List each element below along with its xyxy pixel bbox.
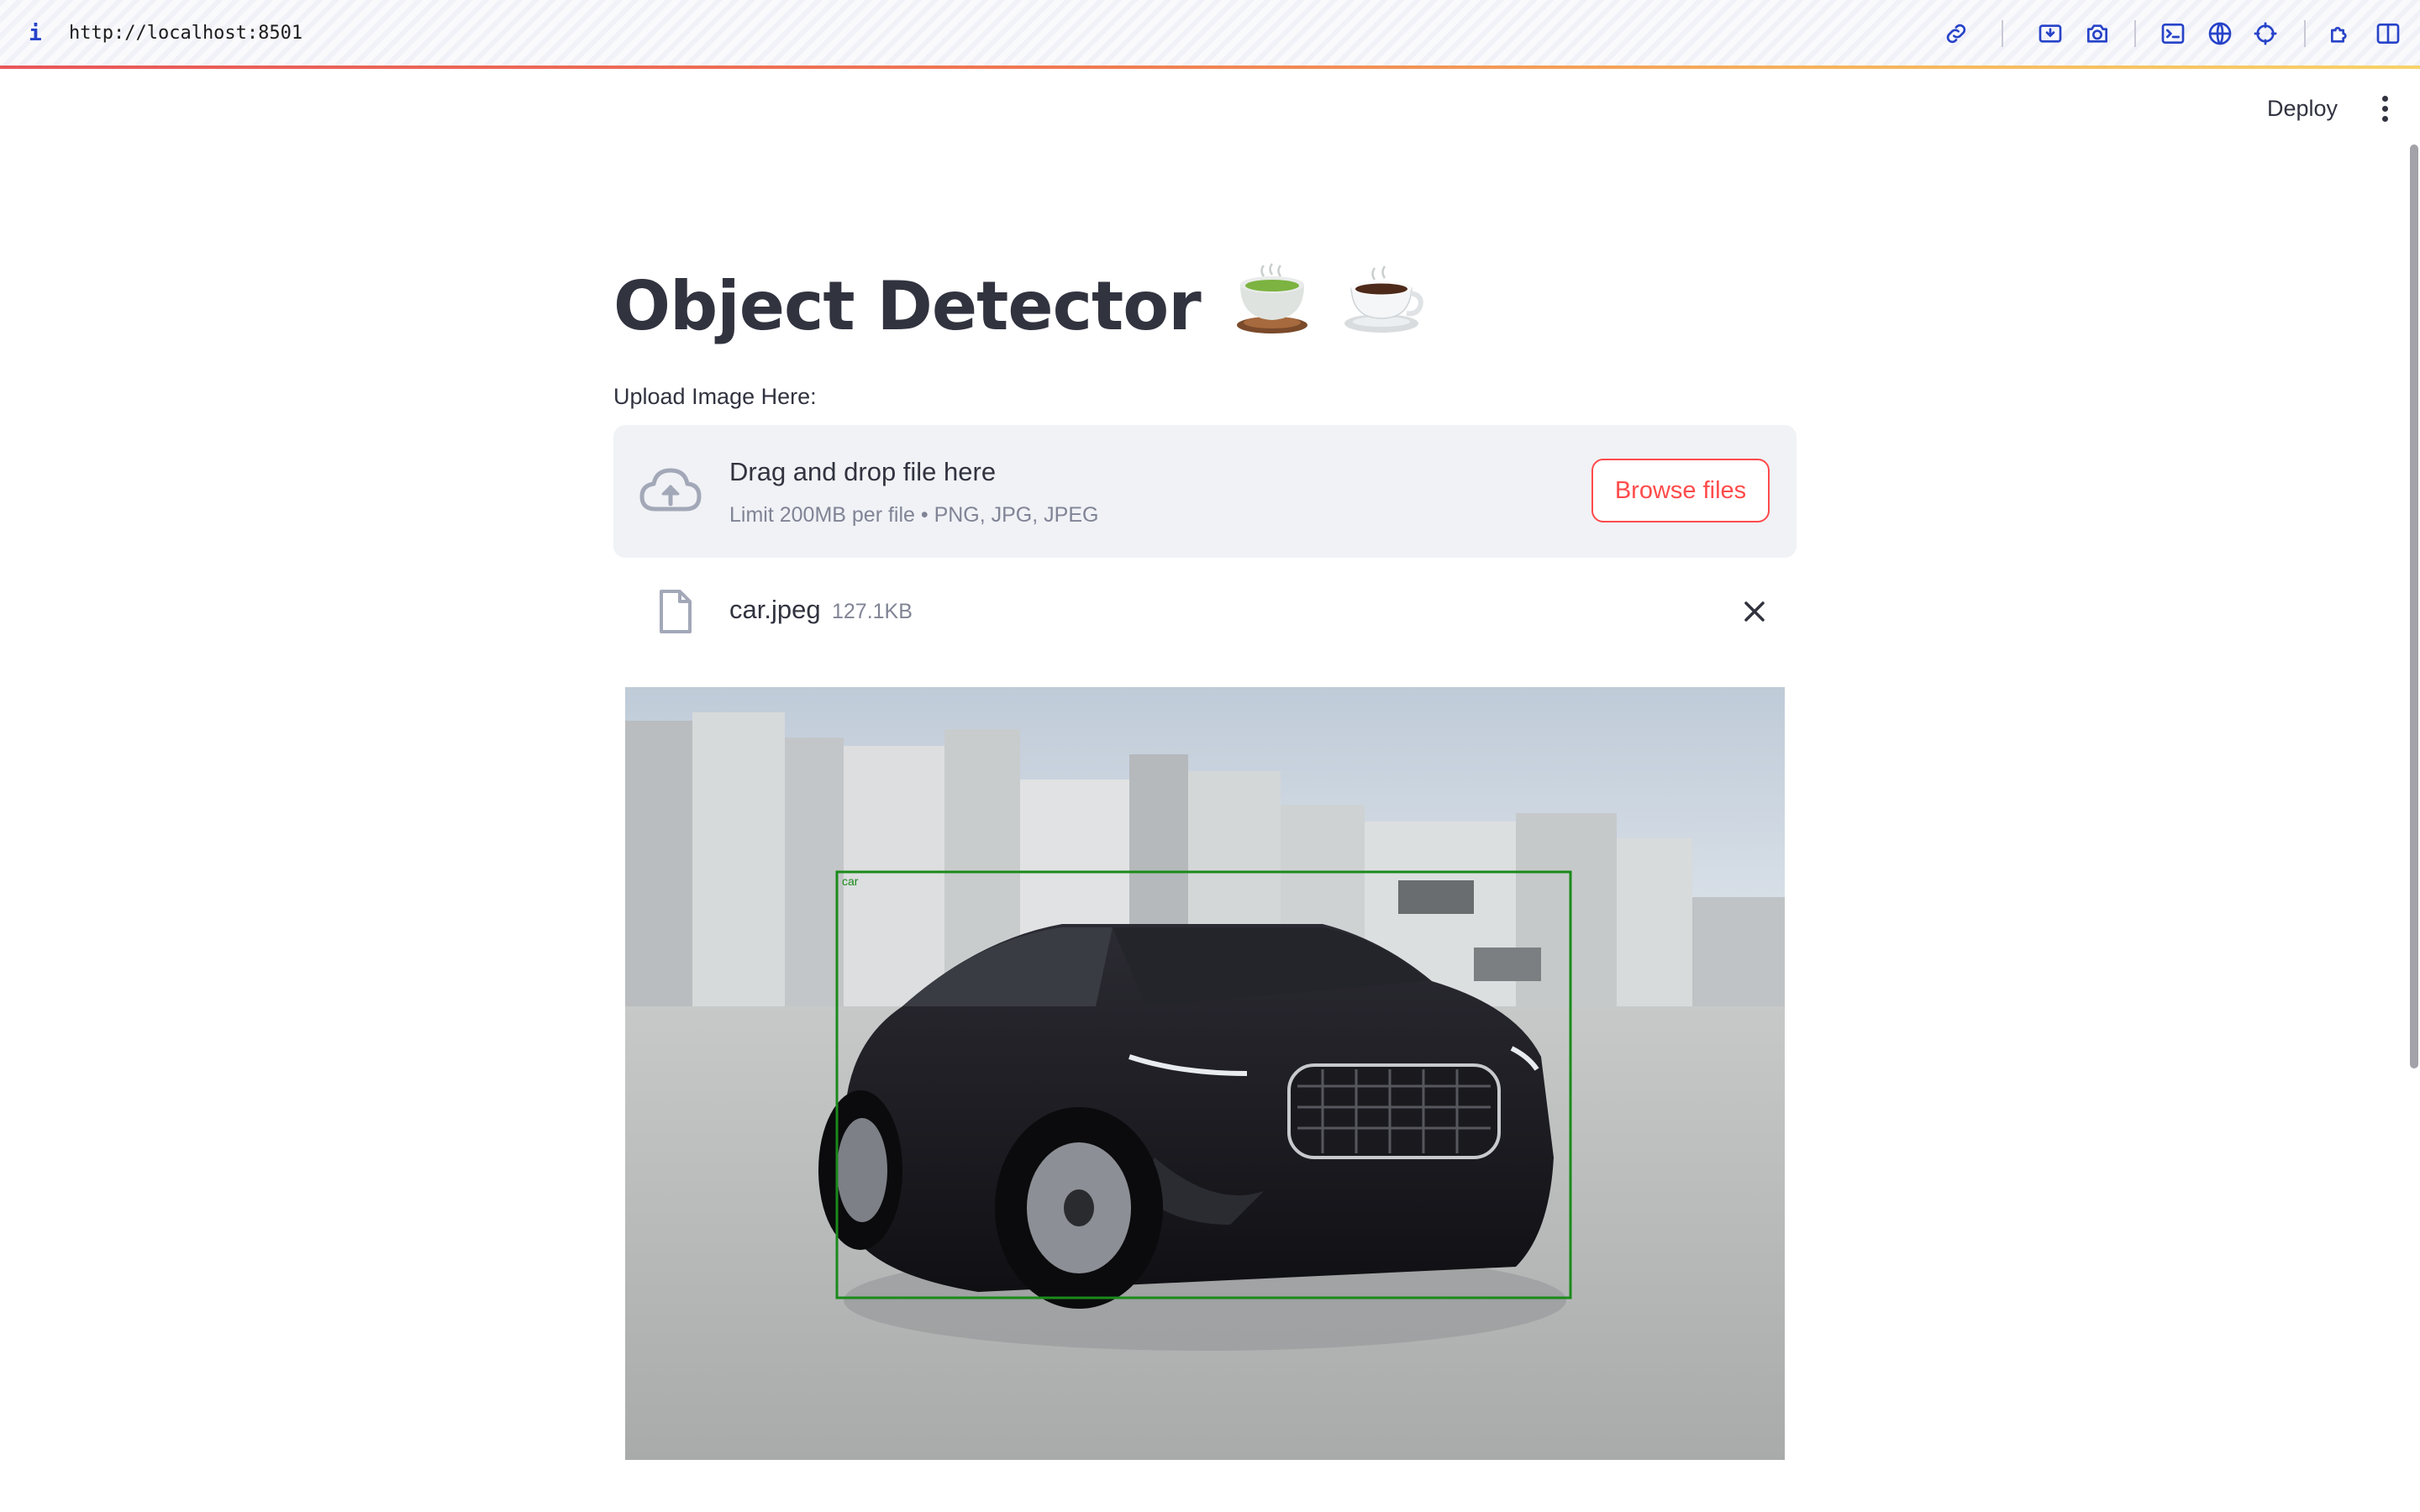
detection-label: car — [842, 874, 859, 888]
browse-files-button[interactable]: Browse files — [1591, 459, 1770, 522]
globe-icon[interactable] — [2203, 17, 2237, 50]
browser-toolbar: i http://localhost:8501 — [0, 0, 2420, 67]
cloud-upload-icon — [639, 468, 702, 512]
extensions-icon[interactable] — [2324, 17, 2358, 50]
terminal-icon[interactable] — [2156, 17, 2190, 50]
address-bar-url[interactable]: http://localhost:8501 — [69, 15, 302, 52]
toolbar-divider — [2304, 20, 2306, 47]
toolbar-divider — [2002, 20, 2003, 47]
link-icon[interactable] — [1939, 17, 1973, 50]
uploaded-file-size: 127.1KB — [832, 600, 913, 623]
camera-icon[interactable] — [2081, 17, 2114, 50]
dropzone-limit-text: Limit 200MB per file • PNG, JPG, JPEG — [729, 503, 1099, 527]
page-title: Object Detector — [613, 260, 1424, 353]
scrollbar-thumb[interactable] — [2410, 144, 2418, 1068]
tea-cup-emoji — [1234, 263, 1311, 359]
more-vertical-icon[interactable] — [2368, 89, 2402, 128]
screenshot-icon[interactable] — [2033, 17, 2067, 50]
site-info-icon[interactable]: i — [25, 15, 45, 52]
close-icon[interactable] — [1736, 593, 1773, 630]
uploaded-file-row: car.jpeg 127.1KB — [613, 580, 1797, 643]
coffee-cup-emoji — [1343, 263, 1424, 359]
dropzone-title: Drag and drop file here — [729, 457, 997, 486]
page-title-text: Object Detector — [613, 267, 1202, 345]
toolbar-divider — [2134, 20, 2136, 47]
uploaded-file-name: car.jpeg — [729, 595, 821, 624]
uploader-label: Upload Image Here: — [613, 384, 817, 409]
sidebar-toggle-icon[interactable] — [2371, 17, 2405, 50]
deploy-button[interactable]: Deploy — [2252, 89, 2353, 128]
crosshair-icon[interactable] — [2249, 17, 2282, 50]
file-icon — [660, 590, 692, 633]
car-photo: car — [625, 687, 1785, 1460]
file-dropzone[interactable]: Drag and drop file here Limit 200MB per … — [613, 425, 1797, 558]
toolbar-accent-line — [0, 66, 2420, 69]
detection-result-image: car — [625, 687, 1785, 1460]
